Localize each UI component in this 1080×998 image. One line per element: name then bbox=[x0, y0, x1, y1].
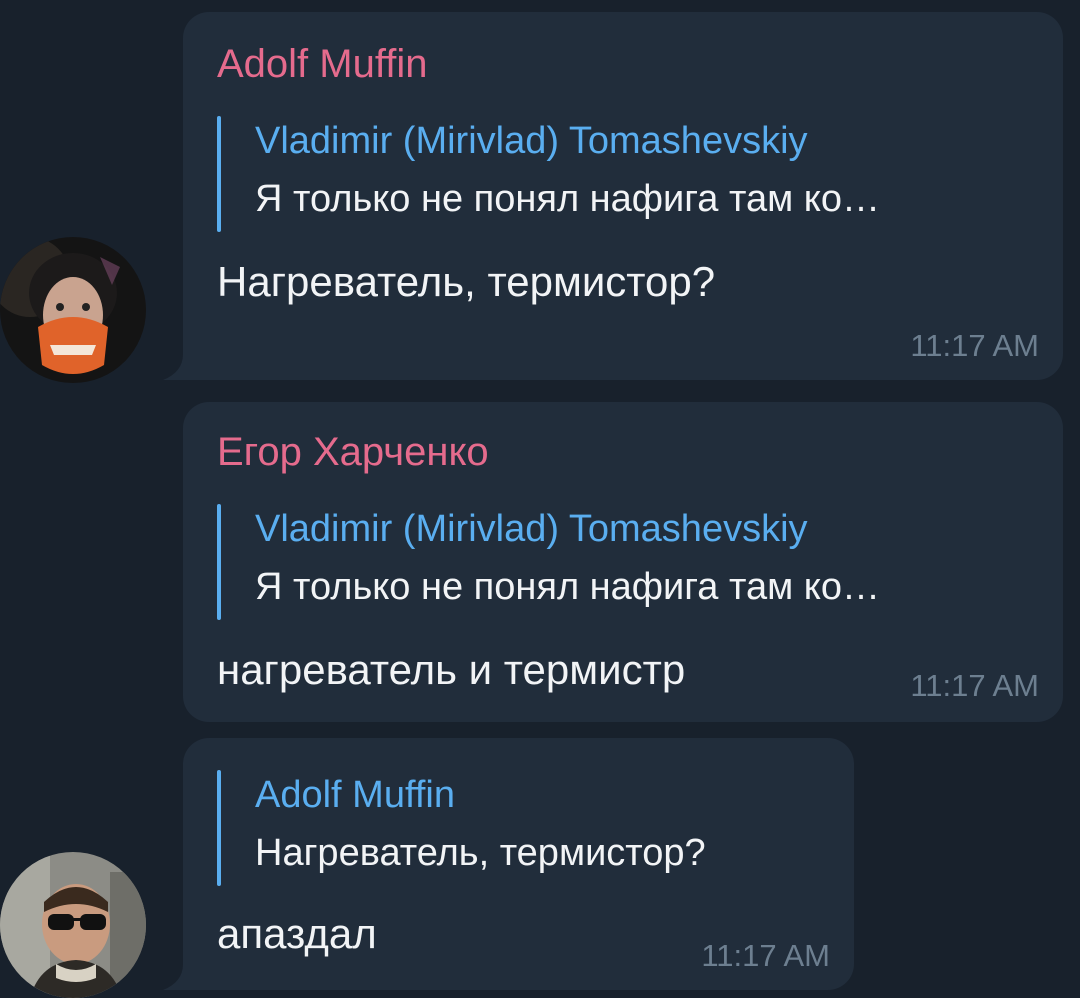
bubble-tail-icon bbox=[163, 964, 193, 990]
orange-mask-avatar-image bbox=[0, 237, 146, 383]
message-bubble-2[interactable]: Егор Харченко Vladimir (Mirivlad) Tomash… bbox=[183, 402, 1063, 722]
message-text: нагреватель и термистр bbox=[217, 646, 686, 693]
reply-text: Нагреватель, термистор? bbox=[255, 832, 706, 874]
reply-accent-bar bbox=[217, 116, 221, 232]
avatar-adolf-muffin[interactable] bbox=[0, 237, 146, 383]
bubble-tail-icon bbox=[163, 354, 193, 380]
reply-accent-bar bbox=[217, 504, 221, 620]
message-text: апаздал bbox=[217, 910, 377, 957]
avatar-sunglasses[interactable] bbox=[0, 852, 146, 998]
sender-name[interactable]: Adolf Muffin bbox=[217, 42, 428, 87]
reply-author: Vladimir (Mirivlad) Tomashevskiy bbox=[255, 120, 808, 162]
reply-preview[interactable]: Vladimir (Mirivlad) Tomashevskiy Я тольк… bbox=[217, 504, 1033, 620]
sunglasses-avatar-image bbox=[0, 852, 146, 998]
reply-preview[interactable]: Vladimir (Mirivlad) Tomashevskiy Я тольк… bbox=[217, 116, 1033, 232]
message-text: Нагреватель, термистор? bbox=[217, 258, 716, 305]
reply-text: Я только не понял нафига там ко… bbox=[255, 566, 880, 608]
message-timestamp: 11:17 AM bbox=[910, 668, 1039, 703]
sender-name[interactable]: Егор Харченко bbox=[217, 430, 489, 475]
reply-preview[interactable]: Adolf Muffin Нагреватель, термистор? bbox=[217, 770, 824, 886]
reply-author: Vladimir (Mirivlad) Tomashevskiy bbox=[255, 508, 808, 550]
message-timestamp: 11:17 AM bbox=[910, 328, 1039, 363]
reply-accent-bar bbox=[217, 770, 221, 886]
reply-text: Я только не понял нафига там ко… bbox=[255, 178, 880, 220]
message-timestamp: 11:17 AM bbox=[701, 938, 830, 973]
message-bubble-1[interactable]: Adolf Muffin Vladimir (Mirivlad) Tomashe… bbox=[163, 12, 1063, 380]
message-bubble-3[interactable]: Adolf Muffin Нагреватель, термистор? апа… bbox=[163, 738, 854, 990]
reply-author: Adolf Muffin bbox=[255, 774, 455, 816]
